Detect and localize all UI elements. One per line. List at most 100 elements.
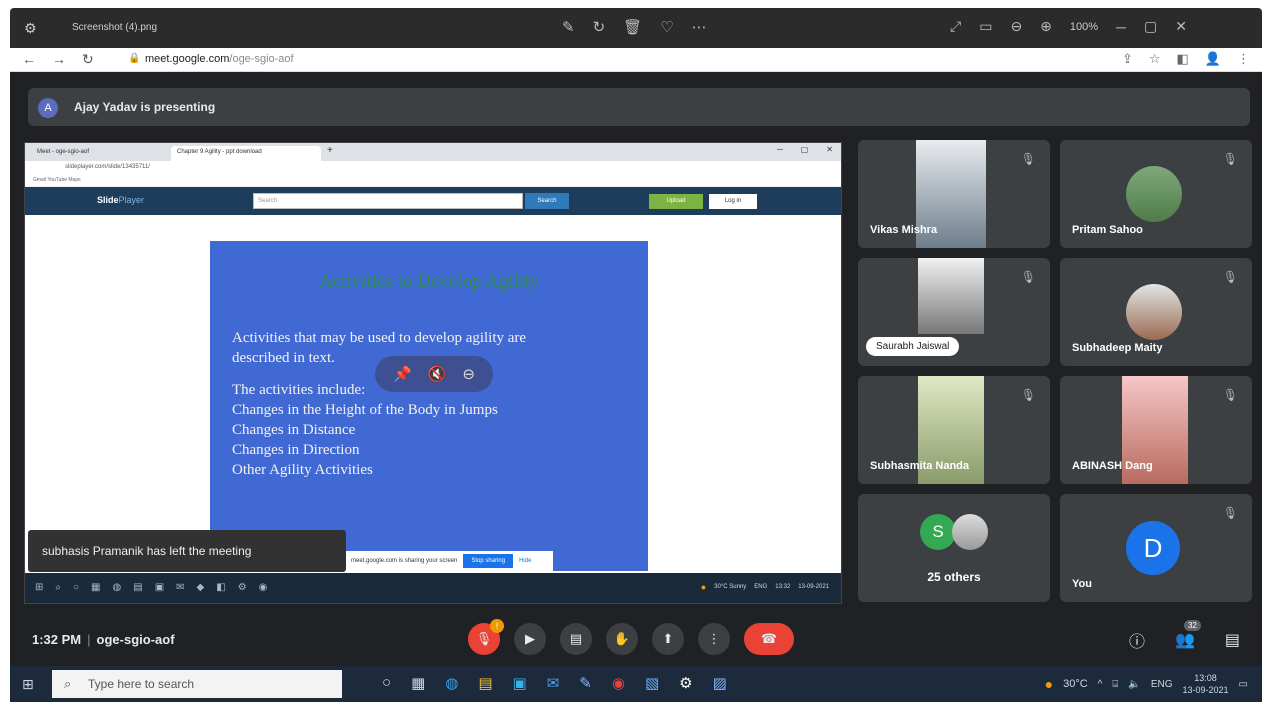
meet-controls-bar: 1:32 PM | oge-sgio-aof 🎙! ▶ ▤ ✋ ⬆ ⋮ ☎ ⓘ 👥 3…: [10, 612, 1262, 666]
shared-tab-slideplayer: Chapter 9 Agility - ppt download: [171, 146, 321, 161]
slide-title: Activities to Develop Agility: [318, 271, 540, 292]
slideplayer-header: SlidePlayer Search Search Upload Log in: [25, 187, 841, 215]
shared-date: 13-09-2021: [798, 584, 829, 590]
tray-network-icon[interactable]: ⌸: [1112, 679, 1118, 690]
tray-volume-icon[interactable]: 🔈: [1128, 679, 1140, 690]
logo-main: Slide: [97, 195, 119, 205]
share-icon[interactable]: ⇪: [1122, 51, 1133, 67]
zoom-out-icon[interactable]: ⊖: [1010, 18, 1022, 35]
participant-tile[interactable]: 🎙 Subhadeep Maity: [1060, 258, 1252, 366]
participant-tile[interactable]: 🎙 Saurabh Jaiswal: [858, 258, 1050, 366]
shared-taskbar-icons: ⊞ ⌕ ○ ▦ ◍ ▤ ▣ ✉ ◆ ◧ ⚙ ◉: [35, 582, 268, 593]
image-viewer-titlebar: ⚙ Screenshot (4).png ✎ ↻ 🗑 ♡ ⋯ ⤢ ▭ ⊖ ⊕ 1…: [10, 8, 1262, 48]
present-button[interactable]: ⬆: [652, 623, 684, 655]
others-avatar: S: [920, 514, 956, 550]
presentation-float-controls: 📌 🔇 ⊖: [375, 356, 493, 392]
bookmark-star-icon[interactable]: ☆: [1149, 51, 1161, 67]
participant-avatar: [1126, 284, 1182, 340]
participant-name: Subhasmita Nanda: [870, 460, 970, 472]
url-field[interactable]: meet.google.com/oge-sgio-aof: [145, 53, 294, 65]
tray-language[interactable]: ENG: [1151, 679, 1173, 690]
tray-clock[interactable]: 13:08 13-09-2021: [1183, 672, 1229, 696]
chat-icon[interactable]: ▤: [1225, 630, 1240, 650]
leave-call-button[interactable]: ☎: [744, 623, 794, 655]
notifications-icon[interactable]: ▭: [1239, 679, 1248, 690]
taskbar-search-input[interactable]: ⌕ Type here to search: [52, 670, 342, 698]
task-view-icon[interactable]: ▦: [411, 674, 425, 692]
new-tab-icon: +: [327, 145, 333, 156]
tray-time: 13:08: [1194, 673, 1217, 683]
others-tile[interactable]: S 25 others: [858, 494, 1050, 602]
slide-bullet: Changes in the Height of the Body in Jum…: [232, 402, 498, 418]
hide-button: Hide: [519, 558, 532, 564]
participant-tile[interactable]: 🎙 Vikas Mishra: [858, 140, 1050, 248]
more-icon[interactable]: ⋯: [692, 18, 707, 36]
remove-icon[interactable]: ⊖: [462, 365, 475, 383]
close-icon[interactable]: ✕: [1175, 18, 1187, 35]
delete-icon[interactable]: 🗑: [623, 18, 642, 36]
cortana-icon[interactable]: ○: [382, 674, 391, 692]
participant-tile[interactable]: 🎙 ABINASH Dang: [1060, 376, 1252, 484]
word-icon[interactable]: ▧: [645, 674, 659, 692]
edge-icon[interactable]: ◍: [445, 674, 458, 692]
taskbar-apps: ○ ▦ ◍ ▤ ▣ ✉ ✎ ◉ ▧ ⚙ ▨: [382, 674, 727, 692]
sidebar-icon[interactable]: ◧: [1177, 51, 1189, 67]
start-icon[interactable]: ⊞: [22, 676, 34, 693]
presenting-text: Ajay Yadav is presenting: [74, 100, 216, 114]
raise-hand-button[interactable]: ✋: [606, 623, 638, 655]
slide-bullet: Other Agility Activities: [232, 462, 373, 478]
edit-icon[interactable]: ✎: [562, 18, 575, 36]
weather-icon: ●: [1044, 676, 1054, 692]
meeting-details-icon[interactable]: ⓘ: [1129, 628, 1145, 652]
shared-time: 13:32: [775, 584, 791, 590]
mail-icon[interactable]: ✉: [547, 674, 560, 692]
chrome-icon[interactable]: ◉: [612, 674, 625, 692]
people-icon[interactable]: 👥 32: [1175, 620, 1201, 650]
heart-icon[interactable]: ♡: [660, 18, 673, 36]
expand-icon[interactable]: ⤢: [950, 18, 961, 35]
shared-url: slideplayer.com/slide/13435711/: [65, 164, 150, 170]
tray-chevron-icon[interactable]: ^: [1098, 679, 1103, 690]
screen-share-notice: meet.google.com is sharing your screen S…: [345, 551, 553, 571]
microphone-button[interactable]: 🎙!: [468, 619, 504, 655]
warning-icon: !: [490, 619, 504, 633]
camera-button[interactable]: ▶: [514, 623, 546, 655]
weather-icon: ●: [700, 582, 707, 592]
menu-icon[interactable]: ⋮: [1237, 51, 1250, 67]
slideplayer-upload-button: Upload: [649, 194, 703, 209]
reload-icon[interactable]: ↻: [82, 51, 94, 68]
participant-tile[interactable]: 🎙 Pritam Sahoo: [1060, 140, 1252, 248]
left-meeting-toast: subhasis Pramanik has left the meeting: [28, 530, 346, 572]
lock-icon: 🔒: [128, 53, 141, 64]
store-icon[interactable]: ▣: [513, 674, 527, 692]
shared-taskbar: ⊞ ⌕ ○ ▦ ◍ ▤ ▣ ✉ ◆ ◧ ⚙ ◉ ● 30°C Sunny ENG 13:32 13-0…: [25, 573, 841, 603]
mute-icon[interactable]: 🔇: [428, 365, 447, 383]
pen-icon[interactable]: ✎: [579, 674, 592, 692]
forward-icon[interactable]: →: [52, 51, 66, 68]
shared-lang: ENG: [754, 584, 768, 590]
file-explorer-icon[interactable]: ▤: [478, 674, 492, 692]
slide-bullet: Changes in Direction: [232, 442, 360, 458]
shared-window-controls: ─ ▢ ✕: [777, 145, 833, 154]
slide-line: Activities that may be used to develop a…: [232, 330, 527, 346]
stop-sharing-button: Stop sharing: [463, 554, 514, 568]
maximize-icon[interactable]: ▢: [1144, 18, 1157, 35]
shared-tab-meet: Meet - oge-sgio-aof: [37, 149, 90, 155]
rotate-icon[interactable]: ↻: [593, 18, 606, 36]
minimize-icon[interactable]: ─: [1116, 19, 1126, 35]
presenting-banner: A Ajay Yadav is presenting: [28, 88, 1250, 126]
unpin-icon[interactable]: 📌: [393, 365, 412, 383]
profile-icon[interactable]: 👤: [1205, 51, 1221, 67]
mic-off-icon: 🎙: [1222, 270, 1238, 284]
more-options-button[interactable]: ⋮: [698, 623, 730, 655]
participant-tile[interactable]: 🎙 Subhasmita Nanda: [858, 376, 1050, 484]
mic-off-icon: 🎙: [1020, 152, 1036, 166]
self-tile[interactable]: D 🎙 You: [1060, 494, 1252, 602]
settings-icon[interactable]: ⚙: [679, 674, 692, 692]
back-icon[interactable]: ←: [22, 51, 36, 68]
captions-button[interactable]: ▤: [560, 623, 592, 655]
zoom-in-icon[interactable]: ⊕: [1040, 18, 1052, 35]
photos-icon[interactable]: ▨: [713, 674, 727, 692]
fit-icon[interactable]: ▭: [979, 18, 992, 35]
participant-video: [918, 258, 984, 334]
